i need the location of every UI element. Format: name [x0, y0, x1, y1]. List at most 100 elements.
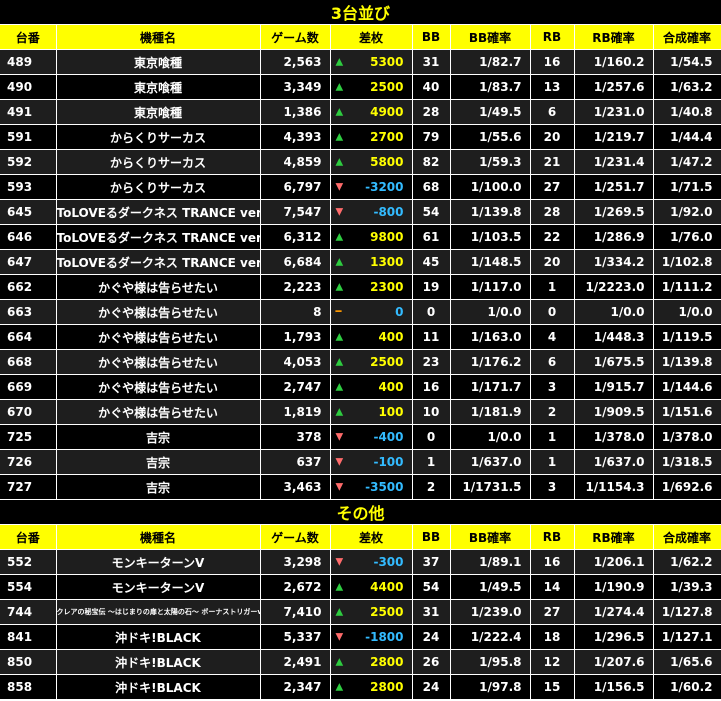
combined-probability: 1/127.1	[653, 624, 721, 650]
table-row: 727 吉宗 3,463 ▼ -3500 2 1/1731.5 3 1/1154.3 1/692.…	[0, 474, 721, 500]
combined-probability: 1/127.8	[653, 599, 721, 625]
combined-probability: 1/40.8	[653, 99, 721, 125]
bb-probability: 1/239.0	[450, 599, 531, 625]
machine-name: 沖ドキ!BLACK	[56, 624, 261, 650]
difference-value: 2300	[370, 280, 404, 294]
machine-name: かぐや様は告らせたい	[56, 299, 261, 325]
rb-probability: 1/2223.0	[574, 274, 654, 300]
bb-probability: 1/100.0	[450, 174, 531, 200]
bb-probability: 1/49.5	[450, 574, 531, 600]
machine-name: ToLOVEるダークネス TRANCE ver.8.7	[56, 199, 261, 225]
difference-value: 4900	[370, 105, 404, 119]
combined-probability: 1/62.2	[653, 549, 721, 575]
rb-count: 27	[530, 599, 575, 625]
game-count: 2,672	[260, 574, 331, 600]
bb-count: 79	[412, 124, 451, 150]
column-header: RB確率	[574, 25, 654, 50]
bb-count: 24	[412, 674, 451, 700]
medal-difference: ▲ 4400	[330, 574, 413, 600]
bb-probability: 1/95.8	[450, 649, 531, 675]
machine-number: 726	[0, 449, 57, 475]
table-row: 647ToLOVEるダークネス TRANCE ver.8.76,684 ▲ 1300…	[0, 249, 721, 275]
rb-probability: 1/231.0	[574, 99, 654, 125]
machine-number: 858	[0, 674, 57, 700]
game-count: 1,819	[260, 399, 331, 425]
column-header: 台番	[0, 525, 57, 550]
medal-difference: ▲ 5800	[330, 149, 413, 175]
medal-difference: ▼ -400	[330, 424, 413, 450]
column-header: BB	[412, 25, 451, 50]
rb-count: 27	[530, 174, 575, 200]
game-count: 3,298	[260, 549, 331, 575]
combined-probability: 1/111.2	[653, 274, 721, 300]
bb-count: 26	[412, 649, 451, 675]
combined-probability: 1/119.5	[653, 324, 721, 350]
rb-count: 22	[530, 224, 575, 250]
bb-count: 0	[412, 299, 451, 325]
bb-probability: 1/176.2	[450, 349, 531, 375]
table-row: 489 東京喰種 2,563 ▲ 5300 31 1/82.7 16 1/160.2 1/54.5	[0, 49, 721, 75]
table-row: 552 モンキーターンV 3,298 ▼ -300 37 1/89.1 16 1/206.1 1/…	[0, 549, 721, 575]
section-title: その他	[0, 500, 721, 525]
rb-probability: 1/286.9	[574, 224, 654, 250]
table-row: 668 かぐや様は告らせたい 4,053 ▲ 2500 23 1/176.2 6 1/675.5…	[0, 349, 721, 375]
up-arrow-icon: ▲	[335, 56, 344, 68]
combined-probability: 1/318.5	[653, 449, 721, 475]
down-arrow-icon: ▼	[335, 556, 344, 568]
difference-value: 2500	[370, 80, 404, 94]
machine-number: 554	[0, 574, 57, 600]
bb-probability: 1/139.8	[450, 199, 531, 225]
difference-value: 400	[378, 330, 404, 344]
up-arrow-icon: ▲	[335, 131, 344, 143]
machine-number: 744	[0, 599, 57, 625]
difference-value: 2800	[370, 655, 404, 669]
rb-probability: 1/915.7	[574, 374, 654, 400]
game-count: 2,491	[260, 649, 331, 675]
machine-name: かぐや様は告らせたい	[56, 349, 261, 375]
game-count: 2,747	[260, 374, 331, 400]
up-arrow-icon: ▲	[335, 231, 344, 243]
rb-count: 3	[530, 374, 575, 400]
bb-probability: 1/97.8	[450, 674, 531, 700]
combined-probability: 1/54.5	[653, 49, 721, 75]
machine-name: かぐや様は告らせたい	[56, 399, 261, 425]
table-row: 670 かぐや様は告らせたい 1,819 ▲ 100 10 1/181.9 2 1/909.5 1…	[0, 399, 721, 425]
rb-count: 0	[530, 299, 575, 325]
column-header: 機種名	[56, 25, 261, 50]
table-row: 662 かぐや様は告らせたい 2,223 ▲ 2300 19 1/117.0 1 1/2223.…	[0, 274, 721, 300]
combined-probability: 1/139.8	[653, 349, 721, 375]
rb-count: 16	[530, 49, 575, 75]
machine-number: 662	[0, 274, 57, 300]
game-count: 3,463	[260, 474, 331, 500]
difference-value: -3500	[365, 480, 404, 494]
rb-count: 20	[530, 249, 575, 275]
combined-probability: 1/60.2	[653, 674, 721, 700]
down-arrow-icon: ▼	[335, 206, 344, 218]
game-count: 4,053	[260, 349, 331, 375]
up-arrow-icon: ▲	[335, 331, 344, 343]
bb-count: 16	[412, 374, 451, 400]
rb-probability: 1/190.9	[574, 574, 654, 600]
bb-probability: 1/89.1	[450, 549, 531, 575]
rb-count: 14	[530, 574, 575, 600]
up-arrow-icon: ▲	[335, 581, 344, 593]
machine-name: クレアの秘宝伝 ～はじまりの扉と太陽の石～ ボーナストリガーver.	[56, 599, 261, 625]
medal-difference: ▼ -800	[330, 199, 413, 225]
combined-probability: 1/71.5	[653, 174, 721, 200]
up-arrow-icon: ▲	[335, 606, 344, 618]
combined-probability: 1/47.2	[653, 149, 721, 175]
bb-count: 10	[412, 399, 451, 425]
column-header: BB	[412, 525, 451, 550]
machine-name: からくりサーカス	[56, 124, 261, 150]
difference-value: -300	[373, 555, 404, 569]
bb-count: 54	[412, 199, 451, 225]
column-header: RB	[530, 525, 575, 550]
rb-count: 3	[530, 474, 575, 500]
rb-probability: 1/334.2	[574, 249, 654, 275]
medal-difference: ▼ -300	[330, 549, 413, 575]
bb-count: 1	[412, 449, 451, 475]
game-count: 1,793	[260, 324, 331, 350]
column-header: RB確率	[574, 525, 654, 550]
table-row: 593 からくりサーカス 6,797 ▼ -3200 68 1/100.0 27 1/251.7…	[0, 174, 721, 200]
bb-probability: 1/222.4	[450, 624, 531, 650]
